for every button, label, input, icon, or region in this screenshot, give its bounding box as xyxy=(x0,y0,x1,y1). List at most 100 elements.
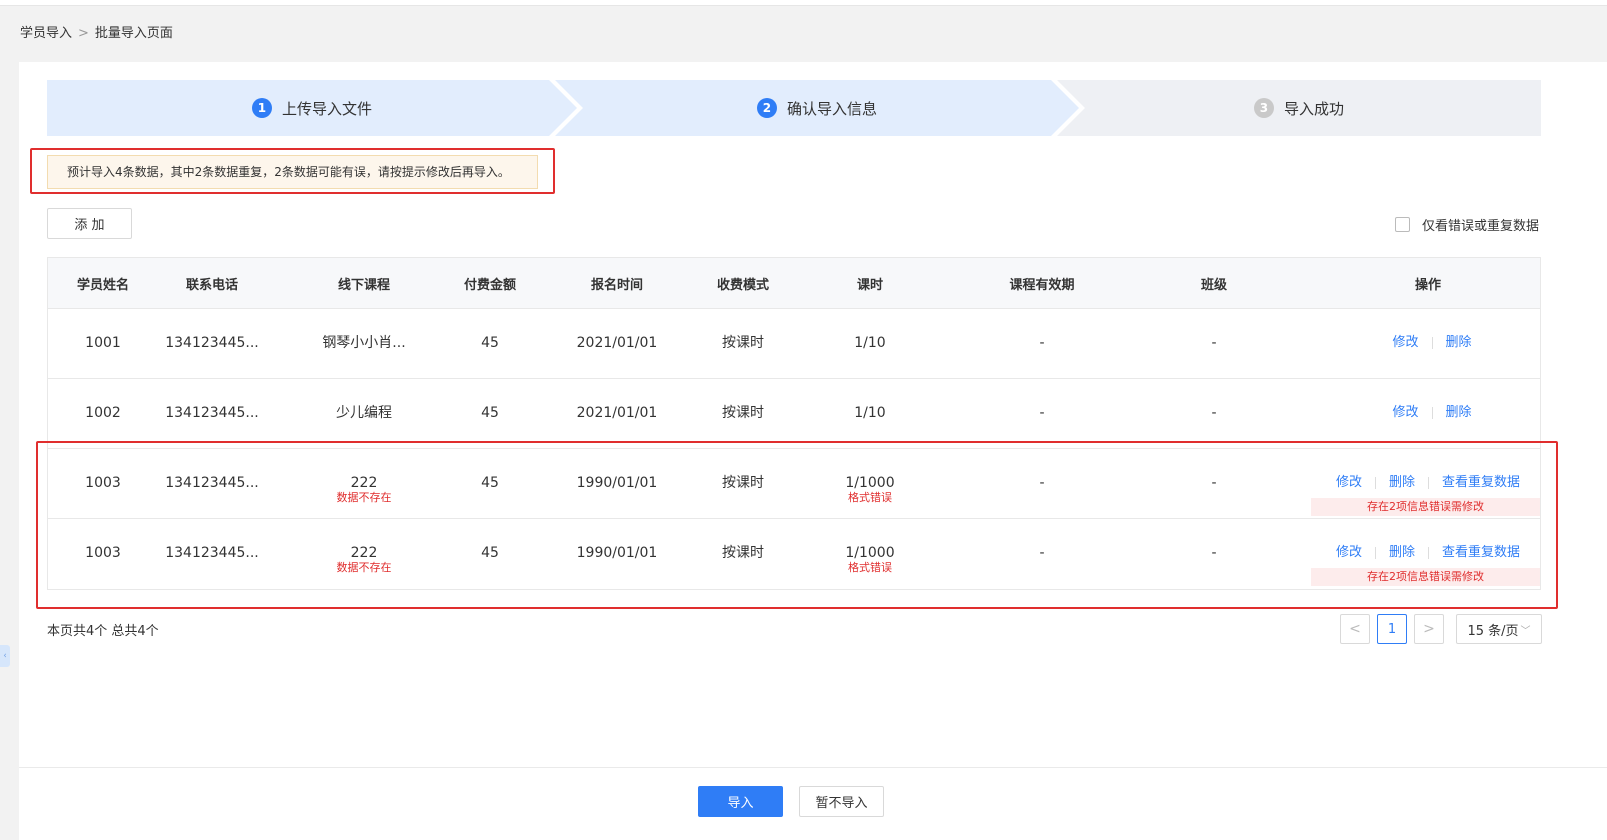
cell-name: 1002 xyxy=(85,405,121,421)
step-number: 1 xyxy=(251,98,272,118)
table-row-error: 1003 134123445... 222 数据不存在 45 1990/01/01… xyxy=(48,519,1540,589)
chevron-down-icon: ﹀ xyxy=(1520,625,1531,637)
divider xyxy=(1428,477,1429,489)
top-bar xyxy=(0,0,1607,6)
col-hours: 课时 xyxy=(856,277,883,293)
row-actions: 修改 删除 查看重复数据 xyxy=(1336,545,1520,561)
step-label: 导入成功 xyxy=(1283,99,1344,118)
row-actions: 修改 删除 xyxy=(1384,405,1471,421)
import-table: 学员姓名 联系电话 线下课程 付费金额 报名时间 收费模式 课时 课程有效期 班… xyxy=(47,257,1541,590)
table-row: 1001 134123445... 钢琴小小肖... 45 2021/01/01… xyxy=(48,309,1540,379)
table-row-error: 1003 134123445... 222 数据不存在 45 1990/01/01… xyxy=(48,449,1540,519)
edit-link[interactable]: 修改 xyxy=(1336,475,1362,491)
cell-date: 2021/01/01 xyxy=(576,335,658,351)
cell-mode: 按课时 xyxy=(722,475,764,491)
cell-course: 少儿编程 xyxy=(336,405,392,421)
col-amount: 付费金额 xyxy=(463,277,516,293)
row-error-banner: 存在2项信息错误需修改 xyxy=(1311,568,1540,586)
next-page-button[interactable]: > xyxy=(1414,614,1444,644)
edit-link[interactable]: 修改 xyxy=(1392,335,1418,351)
delete-link[interactable]: 删除 xyxy=(1389,545,1415,561)
cell-class: - xyxy=(1211,545,1217,561)
hours-error-text: 格式错误 xyxy=(848,561,892,574)
error-filter-toggle[interactable]: 仅看错误或重复数据 xyxy=(1394,215,1539,234)
cell-name: 1001 xyxy=(85,335,121,351)
divider xyxy=(1431,407,1433,419)
cell-amount: 45 xyxy=(481,405,499,421)
cell-validity: - xyxy=(1039,545,1045,561)
cell-mode: 按课时 xyxy=(722,335,764,351)
cell-amount: 45 xyxy=(481,335,499,351)
col-actions: 操作 xyxy=(1414,277,1441,293)
course-error-text: 数据不存在 xyxy=(336,491,392,504)
cell-name: 1003 xyxy=(85,545,121,561)
view-duplicate-link[interactable]: 查看重复数据 xyxy=(1442,545,1520,561)
skip-import-button[interactable]: 暂不导入 xyxy=(799,786,884,817)
col-date: 报名时间 xyxy=(590,277,643,293)
col-mode: 收费模式 xyxy=(716,277,769,293)
footer-divider xyxy=(19,767,1607,768)
step-number: 2 xyxy=(756,98,777,118)
col-phone: 联系电话 xyxy=(185,277,238,293)
divider xyxy=(1431,337,1433,349)
cell-phone: 134123445... xyxy=(165,545,259,561)
col-course: 线下课程 xyxy=(337,277,390,293)
cell-validity: - xyxy=(1039,405,1045,421)
step-number: 3 xyxy=(1253,98,1274,118)
cell-mode: 按课时 xyxy=(722,405,764,421)
cell-amount: 45 xyxy=(481,475,499,491)
cell-date: 2021/01/01 xyxy=(576,405,658,421)
delete-link[interactable]: 删除 xyxy=(1446,335,1472,351)
divider xyxy=(1374,547,1376,559)
cell-date: 1990/01/01 xyxy=(576,545,658,561)
cell-mode: 按课时 xyxy=(722,545,764,561)
cell-validity: - xyxy=(1039,335,1045,351)
delete-link[interactable]: 删除 xyxy=(1446,405,1472,421)
col-student-name: 学员姓名 xyxy=(76,277,129,293)
cell-amount: 45 xyxy=(481,545,499,561)
page-number-current[interactable]: 1 xyxy=(1377,614,1407,644)
breadcrumb-current: 批量导入页面 xyxy=(94,26,173,41)
prev-page-button[interactable]: < xyxy=(1340,614,1370,644)
divider xyxy=(1374,477,1376,489)
side-collapse-icon[interactable]: ‹ xyxy=(0,645,10,667)
breadcrumb-separator: > xyxy=(78,26,89,41)
hours-error-text: 格式错误 xyxy=(848,491,892,504)
filter-checkbox[interactable] xyxy=(1394,217,1410,232)
cell-hours: 1/10 xyxy=(854,405,886,421)
cell-date: 1990/01/01 xyxy=(576,475,658,491)
import-notice: 预计导入4条数据，其中2条数据重复，2条数据可能有误，请按提示修改后再导入。 xyxy=(47,155,538,189)
course-error-text: 数据不存在 xyxy=(336,561,392,574)
edit-link[interactable]: 修改 xyxy=(1392,405,1418,421)
cell-hours: 1/1000 xyxy=(845,545,895,561)
step-confirm: 2 确认导入信息 xyxy=(555,80,1079,136)
pagination: < 1 > 15 条/页 ﹀ xyxy=(1340,614,1542,644)
table-row: 1002 134123445... 少儿编程 45 2021/01/01 按课时… xyxy=(48,379,1540,449)
cell-class: - xyxy=(1211,475,1217,491)
step-label: 确认导入信息 xyxy=(786,99,877,118)
step-indicator: 1 上传导入文件 2 确认导入信息 3 导入成功 xyxy=(47,80,1541,136)
step-label: 上传导入文件 xyxy=(281,99,372,118)
page-size-value: 15 条/页 xyxy=(1467,623,1519,639)
import-button[interactable]: 导入 xyxy=(698,786,783,817)
cell-phone: 134123445... xyxy=(165,475,259,491)
step-success: 3 导入成功 xyxy=(1057,80,1541,136)
cell-class: - xyxy=(1211,335,1217,351)
cell-course: 222 xyxy=(350,545,378,561)
row-actions: 修改 删除 查看重复数据 xyxy=(1336,475,1520,491)
col-class: 班级 xyxy=(1200,277,1227,293)
cell-hours: 1/1000 xyxy=(845,475,895,491)
cell-name: 1003 xyxy=(85,475,121,491)
delete-link[interactable]: 删除 xyxy=(1389,475,1415,491)
breadcrumb: 学员导入 > 批量导入页面 xyxy=(20,24,173,44)
edit-link[interactable]: 修改 xyxy=(1336,545,1362,561)
page-size-select[interactable]: 15 条/页 ﹀ xyxy=(1456,614,1542,644)
view-duplicate-link[interactable]: 查看重复数据 xyxy=(1442,475,1520,491)
breadcrumb-parent[interactable]: 学员导入 xyxy=(20,26,72,41)
row-actions: 修改 删除 xyxy=(1384,335,1471,351)
cell-hours: 1/10 xyxy=(854,335,886,351)
import-card: 1 上传导入文件 2 确认导入信息 3 导入成功 预计导入4条数据，其中2条数据… xyxy=(19,62,1607,840)
add-button[interactable]: 添 加 xyxy=(47,208,132,239)
cell-class: - xyxy=(1211,405,1217,421)
cell-phone: 134123445... xyxy=(165,405,259,421)
